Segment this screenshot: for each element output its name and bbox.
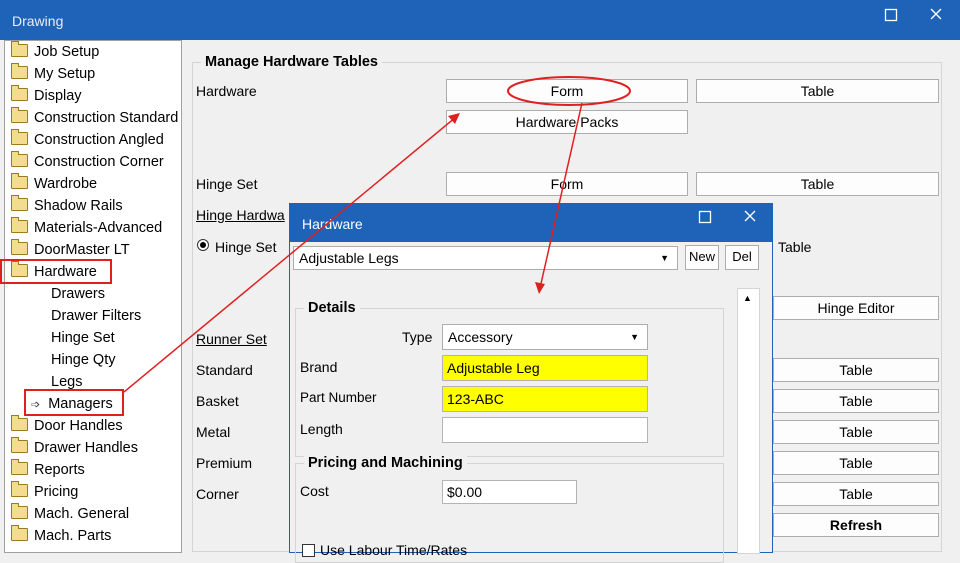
annotation-overlay bbox=[123, 76, 631, 393]
annotation-arrow-line bbox=[539, 102, 583, 289]
annotation-ellipse bbox=[507, 76, 631, 106]
annotation-arrowhead bbox=[535, 282, 545, 294]
annotation-arrow-line bbox=[123, 116, 457, 393]
